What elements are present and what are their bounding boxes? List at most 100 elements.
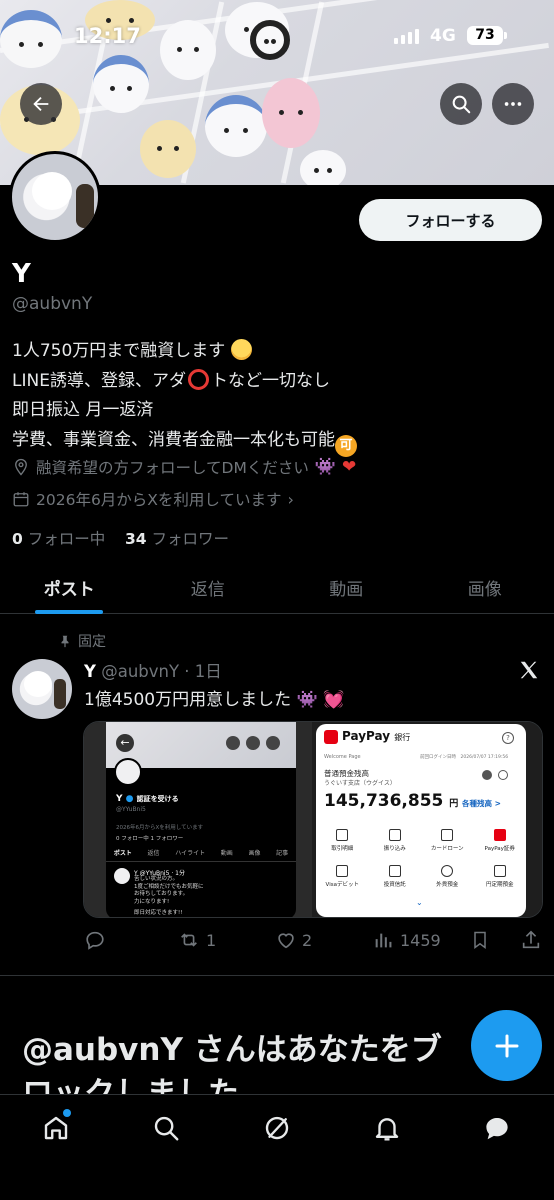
bank-brand: PayPay [342, 729, 391, 743]
post-text: 1億4500万円用意しました 👾 💓 [84, 685, 344, 710]
tab-videos[interactable]: 動画 [277, 562, 416, 613]
bank-welcome: Welcome Page [324, 754, 361, 760]
nav-explore[interactable] [149, 1111, 183, 1145]
bank-menu-label: 取引明細 [331, 845, 354, 852]
mini-post-line: お待ちしております。 [134, 891, 189, 897]
pinned-label: 固定 [78, 634, 106, 650]
mini-tab: 返信 [147, 850, 160, 857]
bank-screen: PayPay 銀行 ? Welcome Page 前回ログイン日時 2026/0… [316, 724, 526, 917]
profile-banner: 12:17 4G 73 [0, 0, 554, 185]
nav-home[interactable] [39, 1109, 73, 1145]
mini-more-icon [266, 736, 280, 750]
retweet-button[interactable]: 1 [177, 929, 216, 951]
home-icon [44, 1116, 68, 1140]
following-link[interactable]: 0 フォロー中 [12, 530, 105, 548]
mini-tab: 動画 [220, 850, 233, 857]
chevron-right-icon[interactable]: › [287, 490, 293, 509]
pinned-indicator: 固定 [58, 631, 106, 651]
bio-line-2b: トなど一切なし [210, 370, 330, 391]
tab-posts[interactable]: ポスト [0, 562, 139, 614]
bank-menu-item: 振り込み [369, 822, 422, 858]
signal-icon [394, 28, 419, 44]
bank-menu-item: Visaデビット [316, 858, 369, 894]
tab-images[interactable]: 画像 [416, 562, 554, 613]
more-icon [504, 102, 522, 106]
mini-post-line: 1度ご相談だけでもお気軽に [134, 883, 204, 890]
media-right-screenshot: PayPay 銀行 ? Welcome Page 前回ログイン日時 2026/0… [312, 722, 542, 917]
back-button[interactable] [20, 83, 62, 125]
bank-menu-label: 振り込み [383, 845, 406, 852]
bookmark-button[interactable] [470, 929, 490, 951]
followers-count: 34 [124, 530, 147, 548]
section-divider [0, 975, 554, 976]
profile-avatar[interactable] [9, 151, 101, 243]
battery-icon: 73 [467, 26, 507, 45]
bottom-navigation [0, 1094, 554, 1200]
transfer-icon [388, 828, 401, 841]
paypay-securities-icon [493, 828, 506, 841]
bio-line-4: 学費、事業資金、消費者金融一本化も可能 [12, 429, 335, 450]
nav-messages[interactable] [480, 1111, 514, 1145]
like-count: 2 [302, 930, 313, 950]
network-type: 4G [430, 26, 456, 46]
bank-menu-label: 円定期預金 [485, 881, 514, 888]
bank-menu-item: 円定期預金 [474, 858, 527, 894]
profile-joined: 2026年6月からXを利用しています › [12, 488, 294, 510]
follow-button[interactable]: フォローする [359, 199, 542, 241]
profile-bio: 1人750万円まで融資します LINE誘導、登録、アダ トなど一切なし 即日振込 … [12, 337, 357, 457]
search-button[interactable] [440, 83, 482, 125]
card-loan-icon [441, 828, 454, 841]
bank-yen: 円 [449, 799, 459, 809]
post-media[interactable]: ← Y ● 認証を受ける @YYuBni5 2026年6月からXを利用しています… [83, 721, 543, 918]
mini-name-row: Y ● 認証を受ける [116, 794, 179, 804]
tab-replies[interactable]: 返信 [139, 562, 278, 613]
following-count: 0 [12, 530, 23, 548]
avatar-person [76, 184, 94, 228]
reply-icon [86, 931, 104, 950]
nav-grok[interactable] [260, 1111, 294, 1145]
reply-button[interactable] [84, 929, 111, 951]
bank-each-balance: 各種残高 > [462, 799, 501, 808]
mini-post-avatar [114, 868, 130, 884]
banner-plush [205, 95, 267, 157]
like-button[interactable]: 2 [275, 929, 312, 951]
compose-post-button[interactable] [471, 1010, 542, 1081]
foreign-deposit-icon [441, 864, 454, 877]
red-heart-emoji-icon: ❤ [342, 457, 357, 477]
mini-tab: 記事 [276, 850, 289, 857]
alien-monster-emoji-icon: 👾 [314, 457, 337, 477]
mini-post-body: 苦しい状況の方。 1度ご相談だけでもお気軽に お待ちしております。 力になります… [134, 876, 204, 917]
plus-icon [495, 1034, 518, 1057]
paypay-logo-icon [324, 730, 338, 744]
post-header: Y @aubvnY · 1日 [84, 658, 222, 682]
views-count: 1459 [400, 930, 441, 950]
more-button[interactable] [492, 83, 534, 125]
mini-verify: 認証を受ける [136, 795, 179, 803]
bank-menu-label: 投資信託 [383, 881, 406, 888]
post-avatar[interactable] [12, 659, 72, 719]
mini-avatar [114, 758, 142, 786]
messages-icon [486, 1118, 508, 1140]
bank-name: PayPay 銀行 [342, 729, 410, 743]
mini-joined: 2026年6月からXを利用しています [116, 825, 204, 831]
mini-name: Y [116, 794, 123, 804]
followers-link[interactable]: 34 フォロワー [125, 530, 229, 548]
views-button[interactable]: 1459 [373, 929, 441, 951]
user-icon [482, 770, 492, 780]
pin-icon [61, 635, 69, 648]
nav-notifications[interactable] [370, 1111, 404, 1145]
post-author[interactable]: Y [84, 662, 96, 681]
bank-suffix: 銀行 [394, 733, 411, 742]
explore-icon [154, 1116, 179, 1141]
bio-line-1: 1人750万円まで融資します [12, 341, 226, 361]
mini-post-line: 苦しい状況の方。 [134, 876, 179, 882]
bank-menu: 取引明細 振り込み カードローン PayPay証券 Visaデビット 投資信託 … [316, 822, 526, 894]
bank-menu-item: 取引明細 [316, 822, 369, 858]
phone-screen: ← Y ● 認証を受ける @YYuBni5 2026年6月からXを利用しています… [106, 722, 296, 917]
bank-menu-item: カードローン [421, 822, 474, 858]
share-button[interactable] [520, 929, 542, 951]
mini-tab: ハイライト [175, 850, 206, 857]
home-new-dot [63, 1109, 71, 1117]
post-handle-time[interactable]: @aubvnY · 1日 [101, 662, 222, 681]
mini-tab: 画像 [248, 850, 261, 857]
